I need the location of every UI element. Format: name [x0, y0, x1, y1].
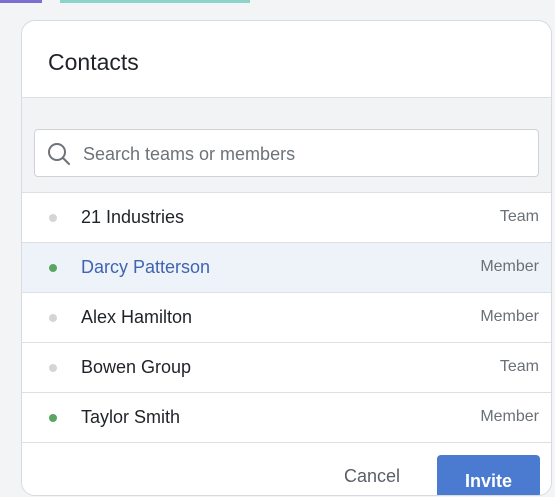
contact-row[interactable]: Taylor Smith Member: [22, 393, 551, 443]
dialog-title: Contacts: [48, 49, 139, 75]
contact-name: Taylor Smith: [81, 407, 181, 427]
contact-list: 21 Industries Team Darcy Patterson Member Al…: [22, 193, 551, 443]
contact-type: Team: [499, 358, 539, 375]
contact-type: Team: [499, 208, 539, 225]
contact-type: Member: [480, 308, 539, 325]
contact-row[interactable]: Alex Hamilton Member: [22, 293, 551, 343]
contact-name: Darcy Patterson: [81, 257, 211, 277]
search-box[interactable]: [34, 129, 539, 178]
status-dot-icon: [49, 214, 57, 222]
invite-button[interactable]: Invite: [437, 455, 540, 495]
search-area: [22, 98, 551, 193]
contact-type: Member: [480, 258, 539, 275]
status-dot-icon: [49, 414, 57, 422]
contact-name: Bowen Group: [81, 357, 192, 377]
cancel-button[interactable]: Cancel: [344, 466, 400, 487]
dialog-header: Contacts: [22, 21, 551, 98]
dialog-footer: Cancel Invite: [22, 443, 551, 495]
contact-type: Member: [480, 408, 539, 425]
contact-name: 21 Industries: [81, 207, 185, 227]
top-color-strip: [0, 0, 555, 3]
status-dot-icon: [49, 264, 57, 272]
status-dot-icon: [49, 314, 57, 322]
search-input[interactable]: [81, 130, 525, 178]
search-icon: [48, 143, 70, 165]
contact-row[interactable]: Darcy Patterson Member: [22, 243, 551, 293]
contacts-dialog: Contacts 21 Industries Team Darcy Patterso…: [21, 20, 552, 496]
top-strip-segment: [0, 0, 42, 3]
contact-row[interactable]: 21 Industries Team: [22, 193, 551, 243]
status-dot-icon: [49, 364, 57, 372]
top-strip-segment: [60, 0, 250, 3]
contact-row[interactable]: Bowen Group Team: [22, 343, 551, 393]
contact-name: Alex Hamilton: [81, 307, 193, 327]
